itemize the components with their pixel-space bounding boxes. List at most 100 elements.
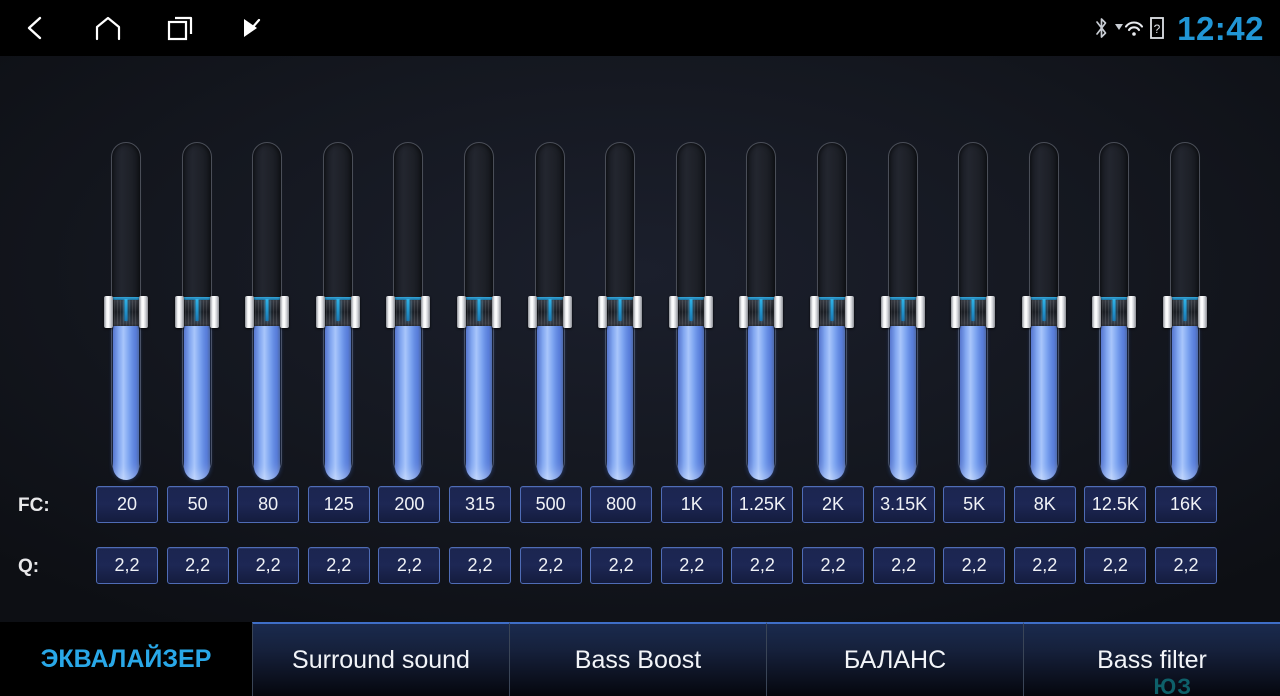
fc-value-cell[interactable]: 500: [519, 486, 582, 523]
slider-thumb-indicator: [1183, 299, 1187, 321]
slider-thumb-indicator: [477, 299, 481, 321]
slider-thumb[interactable]: [1021, 296, 1066, 328]
band-slider[interactable]: [245, 142, 290, 482]
slider-thumb[interactable]: [1092, 296, 1137, 328]
band-slider[interactable]: [598, 142, 643, 482]
home-icon[interactable]: [72, 0, 144, 56]
q-value-cell[interactable]: 2,2: [166, 547, 229, 584]
q-value-cell[interactable]: 2,2: [731, 547, 794, 584]
band-slider[interactable]: [739, 142, 784, 482]
slider-thumb-cap-right: [492, 296, 501, 328]
band-slider[interactable]: [315, 142, 360, 482]
slider-thumb-cap-left: [1092, 296, 1102, 328]
slider-thumb-indicator: [1042, 299, 1046, 321]
q-value-cell[interactable]: 2,2: [1084, 547, 1147, 584]
q-value-cell[interactable]: 2,2: [872, 547, 935, 584]
tab-bar: ЭКВАЛАЙЗЕР Surround sound Bass Boost БАЛАНС…: [0, 622, 1280, 696]
fc-value-cell[interactable]: 80: [237, 486, 300, 523]
slider-thumb-cap-right: [280, 296, 290, 328]
slider-thumb-indicator: [830, 299, 834, 321]
fc-value-cell[interactable]: 50: [166, 486, 229, 523]
band-slider[interactable]: [951, 142, 996, 482]
tab-4[interactable]: БАЛАНС: [766, 622, 1023, 696]
band-slider[interactable]: [668, 142, 713, 482]
fc-value-cell[interactable]: 2K: [802, 486, 864, 523]
fc-value-cell[interactable]: 315: [449, 486, 511, 523]
slider-thumb[interactable]: [386, 296, 431, 328]
fc-value-cell[interactable]: 3.15K: [872, 486, 935, 523]
band-slider[interactable]: [1163, 142, 1207, 482]
band-slider[interactable]: [457, 142, 501, 482]
q-value-cell[interactable]: 2,2: [96, 547, 158, 584]
q-row: Q: 2,2 2,2 2,2 2,2 2,2 2,2 2,2 2,2 2,2 2,2 2,2 2,2 2…: [0, 547, 1280, 587]
band-slider[interactable]: [386, 142, 431, 482]
q-value-cell[interactable]: 2,2: [237, 547, 300, 584]
fc-row-label: FC:: [18, 495, 50, 516]
band-slider[interactable]: [104, 142, 148, 482]
sim-unknown-icon: ?: [1149, 16, 1165, 40]
slider-thumb-indicator: [618, 299, 622, 321]
slider-thumb[interactable]: [668, 296, 713, 328]
slider-fill: [395, 316, 422, 480]
slider-thumb-cap-right: [562, 296, 572, 328]
fc-value-cell[interactable]: 20: [96, 486, 158, 523]
fc-value-cell[interactable]: 5K: [943, 486, 1006, 523]
flag-icon[interactable]: [216, 0, 288, 56]
q-value-cell[interactable]: 2,2: [378, 547, 441, 584]
q-value-cell[interactable]: 2,2: [1013, 547, 1076, 584]
slider-thumb[interactable]: [104, 296, 148, 328]
slider-thumb[interactable]: [880, 296, 925, 328]
band-slider[interactable]: [174, 142, 219, 482]
fc-value-cell[interactable]: 1K: [660, 486, 723, 523]
q-value-cell[interactable]: 2,2: [1155, 547, 1217, 584]
slider-thumb[interactable]: [527, 296, 572, 328]
tab-2[interactable]: Surround sound: [252, 622, 509, 696]
slider-thumb[interactable]: [457, 296, 501, 328]
slider-thumb[interactable]: [315, 296, 360, 328]
band-slider[interactable]: [1021, 142, 1066, 482]
q-value-cell[interactable]: 2,2: [802, 547, 864, 584]
fc-value-cell[interactable]: 1.25K: [731, 486, 794, 523]
fc-value-cell[interactable]: 125: [307, 486, 370, 523]
fc-value-cell[interactable]: 200: [378, 486, 441, 523]
slider-thumb-indicator: [1112, 299, 1116, 321]
slider-thumb[interactable]: [739, 296, 784, 328]
fc-value-cell[interactable]: 16K: [1155, 486, 1217, 523]
q-value-cell[interactable]: 2,2: [449, 547, 511, 584]
slider-thumb-cap-right: [1198, 296, 1207, 328]
band-slider[interactable]: [527, 142, 572, 482]
band-slider[interactable]: [1092, 142, 1137, 482]
q-value-cell[interactable]: 2,2: [590, 547, 653, 584]
slider-thumb-cap-left: [739, 296, 749, 328]
tab-5[interactable]: Bass filter: [1023, 622, 1280, 696]
slider-thumb[interactable]: [951, 296, 996, 328]
slider-thumb-cap-left: [598, 296, 608, 328]
slider-thumb-cap-right: [209, 296, 219, 328]
slider-thumb-cap-left: [880, 296, 890, 328]
slider-thumb[interactable]: [598, 296, 643, 328]
q-value-cell[interactable]: 2,2: [943, 547, 1006, 584]
q-value-cell[interactable]: 2,2: [519, 547, 582, 584]
recents-icon[interactable]: [144, 0, 216, 56]
slider-fill: [1030, 316, 1057, 480]
slider-thumb[interactable]: [174, 296, 219, 328]
tab-3[interactable]: Bass Boost: [509, 622, 766, 696]
slider-fill: [324, 316, 351, 480]
q-value-cell[interactable]: 2,2: [660, 547, 723, 584]
slider-thumb[interactable]: [810, 296, 854, 328]
bluetooth-icon: [1094, 16, 1109, 40]
q-value-cell[interactable]: 2,2: [307, 547, 370, 584]
fc-value-cell[interactable]: 8K: [1013, 486, 1076, 523]
slider-thumb[interactable]: [245, 296, 290, 328]
band-slider[interactable]: [810, 142, 854, 482]
slider-thumb-cap-left: [951, 296, 961, 328]
slider-fill: [536, 316, 563, 480]
slider-thumb-cap-right: [986, 296, 996, 328]
back-icon[interactable]: [0, 0, 72, 56]
fc-value-cell[interactable]: 12.5K: [1084, 486, 1147, 523]
slider-thumb-cap-left: [315, 296, 325, 328]
band-slider[interactable]: [880, 142, 925, 482]
tab-1[interactable]: ЭКВАЛАЙЗЕР: [0, 622, 252, 696]
fc-value-cell[interactable]: 800: [590, 486, 653, 523]
slider-thumb[interactable]: [1163, 296, 1207, 328]
